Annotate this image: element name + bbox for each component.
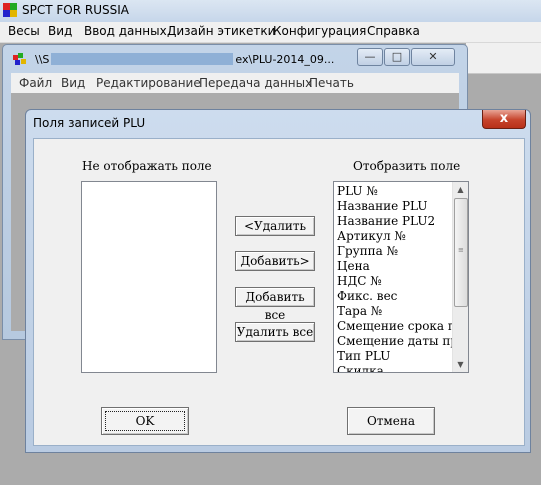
menu-view[interactable]: Вид [48, 24, 72, 38]
list-item[interactable]: Смещение срока годности [334, 319, 452, 334]
hidden-fields-label: Не отображать поле [82, 159, 212, 173]
title-path-suffix: ex\PLU-2014_09... [235, 53, 335, 66]
remove-all-button[interactable]: Удалить все [235, 322, 315, 342]
menu-doc-view[interactable]: Вид [61, 76, 85, 90]
list-item[interactable]: PLU № [334, 184, 452, 199]
list-item[interactable]: Цена [334, 259, 452, 274]
minimize-button[interactable]: — [357, 48, 383, 66]
scrollbar-thumb[interactable]: ≡ [454, 198, 468, 307]
remove-button[interactable]: <Удалить [235, 216, 315, 236]
document-window-title: \\S ex\PLU-2014_09... [35, 53, 334, 66]
list-item[interactable]: Название PLU [334, 199, 452, 214]
menu-configuration[interactable]: Конфигурация [273, 24, 366, 38]
dialog-body: Не отображать поле Отобразить поле PLU №… [33, 138, 525, 446]
app-title-bar: SPCT FOR RUSSIA [0, 0, 541, 22]
list-item[interactable]: Тара № [334, 304, 452, 319]
document-logo-icon [13, 53, 26, 65]
close-window-button[interactable]: ✕ [411, 48, 455, 66]
menu-edit[interactable]: Редактирование [96, 76, 201, 90]
shown-fields-label: Отобразить поле [353, 159, 461, 173]
menu-print[interactable]: Печать [309, 76, 354, 90]
dialog-close-button[interactable]: x [482, 110, 526, 129]
list-item[interactable]: Фикс. вес [334, 289, 452, 304]
document-menu-bar: Файл Вид Редактирование Передача данных … [11, 73, 459, 93]
app-logo-icon [3, 3, 17, 17]
list-item[interactable]: Скидка [334, 364, 452, 372]
menu-help[interactable]: Справка [367, 24, 420, 38]
menu-data-input[interactable]: Ввод данных [84, 24, 167, 38]
list-item[interactable]: НДС № [334, 274, 452, 289]
menu-file[interactable]: Файл [19, 76, 52, 90]
app-title: SPCT FOR RUSSIA [22, 3, 129, 17]
add-button[interactable]: Добавить> [235, 251, 315, 271]
app-menu-bar: Весы Вид Ввод данных Дизайн этикетки Кон… [0, 22, 541, 43]
list-item[interactable]: Группа № [334, 244, 452, 259]
menu-label-design[interactable]: Дизайн этикетки [167, 24, 275, 38]
cancel-button[interactable]: Отмена [347, 407, 435, 435]
menu-data-transfer[interactable]: Передача данных [199, 76, 312, 90]
shown-fields-items: PLU № Название PLU Название PLU2 Артикул № Г… [334, 184, 452, 372]
list-item[interactable]: Название PLU2 [334, 214, 452, 229]
list-item[interactable]: Артикул № [334, 229, 452, 244]
list-item[interactable]: Тип PLU [334, 349, 452, 364]
scroll-grip-icon: ≡ [458, 246, 464, 254]
menu-scales[interactable]: Весы [8, 24, 40, 38]
redacted-path [51, 53, 234, 65]
maximize-button[interactable]: □ [384, 48, 410, 66]
focus-outline [105, 411, 185, 431]
hidden-fields-list[interactable] [81, 181, 217, 373]
title-path-prefix: \\S [35, 53, 50, 66]
plu-fields-dialog: Поля записей PLU x Не отображать поле От… [25, 109, 531, 453]
scroll-up-arrow-icon[interactable]: ▲ [453, 182, 468, 197]
dialog-title: Поля записей PLU [33, 116, 146, 130]
shown-list-scrollbar[interactable]: ▲ ≡ ▼ [452, 182, 468, 372]
shown-fields-list[interactable]: PLU № Название PLU Название PLU2 Артикул № Г… [333, 181, 469, 373]
scroll-down-arrow-icon[interactable]: ▼ [453, 357, 468, 372]
ok-button[interactable]: OK [101, 407, 189, 435]
list-item[interactable]: Смещение даты производства [334, 334, 452, 349]
add-all-button[interactable]: Добавить все [235, 287, 315, 322]
workspace-toolbar-strip [466, 43, 541, 74]
